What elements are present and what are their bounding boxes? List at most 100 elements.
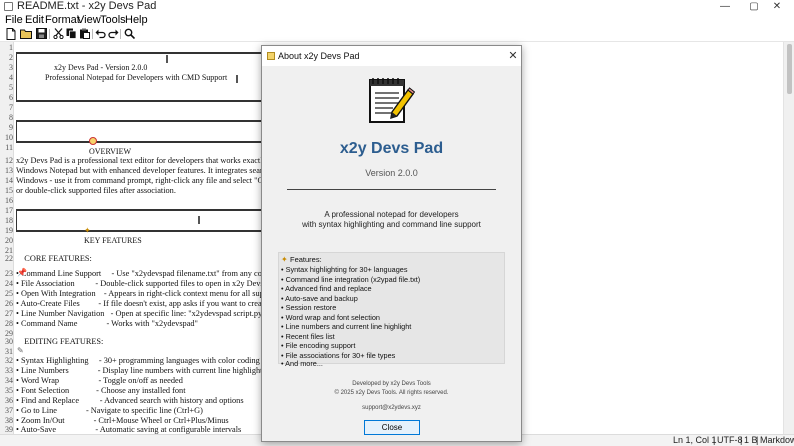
editor-line: • Open With Integration - Appears in rig… xyxy=(16,289,302,298)
menu-file[interactable]: File xyxy=(5,13,23,27)
overview-frame xyxy=(16,120,264,143)
editor-line: • File Association - Double-click suppor… xyxy=(16,279,279,288)
line-number: 35 xyxy=(5,386,13,395)
editor-line: • Auto-Save - Automatic saving at config… xyxy=(16,425,242,434)
line-number: 6 xyxy=(9,93,13,102)
editor-line: x2y Devs Pad is a professional text edit… xyxy=(16,156,282,165)
close-button[interactable]: ✕ xyxy=(760,0,794,13)
app-icon xyxy=(4,2,13,11)
line-number: 26 xyxy=(5,299,13,308)
line-number: 2 xyxy=(9,53,13,62)
overview-icon xyxy=(89,137,97,145)
menu-format[interactable]: Format xyxy=(45,13,80,27)
support-email[interactable]: support@x2ydevs.xyz xyxy=(262,404,521,413)
line-number: 17 xyxy=(5,206,13,215)
language-mode[interactable]: Markdown xyxy=(760,435,794,446)
dialog-icon xyxy=(267,52,275,60)
line-number: 24 xyxy=(5,279,13,288)
line-number: 39 xyxy=(5,425,13,434)
line-number: 18 xyxy=(5,216,13,225)
frame-bar xyxy=(198,216,200,224)
feature-item: • Word wrap and font selection xyxy=(281,312,380,322)
overview-heading: OVERVIEW xyxy=(89,147,132,156)
pin-icon: 📌 xyxy=(17,268,27,277)
line-number: 14 xyxy=(5,176,13,185)
scrollbar-thumb[interactable] xyxy=(787,44,792,94)
line-number: 8 xyxy=(9,113,13,122)
line-number: 1 xyxy=(9,43,13,52)
developer-credit: Developed by x2y Devs Tools xyxy=(352,381,431,387)
line-number: 19 xyxy=(5,226,13,235)
feature-item: • File encoding support xyxy=(281,341,356,350)
open-file-icon[interactable] xyxy=(20,28,32,40)
editor-line: Windows - use it from command prompt, ri… xyxy=(16,176,298,185)
line-number: 3 xyxy=(9,63,13,72)
paste-icon[interactable] xyxy=(78,28,90,40)
redo-icon[interactable] xyxy=(107,28,119,40)
header-subtitle: Professional Notepad for Developers with… xyxy=(45,73,228,82)
features-header: Features: xyxy=(290,255,322,264)
key-features-heading: KEY FEATURES xyxy=(84,236,142,245)
line-number: 13 xyxy=(5,166,13,175)
copyright: © 2025 x2y Devs Tools. All rights reserv… xyxy=(334,390,449,396)
encoding[interactable]: UTF-8 xyxy=(717,435,743,446)
find-icon[interactable] xyxy=(123,28,135,40)
cut-icon[interactable] xyxy=(52,28,64,40)
toolbar-separator xyxy=(92,29,93,39)
line-number: 15 xyxy=(5,186,13,195)
description-line: with syntax highlighting and command lin… xyxy=(302,220,481,229)
description-line: A professional notepad for developers xyxy=(324,210,459,219)
line-number: 16 xyxy=(5,196,13,205)
frame-bar xyxy=(236,75,238,83)
line-number: 33 xyxy=(5,366,13,375)
editor-line: • Auto-Create Files - If file doesn't ex… xyxy=(16,299,275,308)
menu-view[interactable]: View xyxy=(77,13,101,27)
app-version: Version 2.0.0 xyxy=(365,168,418,178)
new-file-icon[interactable] xyxy=(5,28,17,40)
line-number: 7 xyxy=(9,103,13,112)
line-number: 5 xyxy=(9,83,13,92)
dialog-close-icon[interactable]: ✕ xyxy=(505,46,521,66)
copy-icon[interactable] xyxy=(65,28,77,40)
feature-item: • Line numbers and current line highligh… xyxy=(281,322,412,331)
menu-bar: File Edit Format View Tools Help xyxy=(0,13,794,27)
line-number: 28 xyxy=(5,319,13,328)
menu-tools[interactable]: Tools xyxy=(100,13,126,27)
feature-item: • Session restore xyxy=(281,303,337,312)
feature-item: • Auto-save and backup xyxy=(281,293,358,303)
editor-line: • Find and Replace - Advanced search wit… xyxy=(16,396,244,405)
feature-item: • Recent files list xyxy=(281,331,335,341)
title-bar: README.txt - x2y Devs Pad — ▢ ✕ xyxy=(0,0,794,13)
toolbar-separator xyxy=(120,29,121,39)
dialog-title-bar: About x2y Devs Pad ✕ xyxy=(262,46,521,66)
line-number: 34 xyxy=(5,376,13,385)
header-title: x2y Devs Pad - Version 2.0.0 xyxy=(54,63,148,72)
frame-bar xyxy=(166,55,168,63)
about-dialog: About x2y Devs Pad ✕ x2y Devs Pad Versio… xyxy=(261,45,522,442)
pencil-icon: ✎ xyxy=(17,346,24,355)
line-number: 22 xyxy=(5,254,13,263)
line-number: 11 xyxy=(5,143,13,152)
window-title: README.txt - x2y Devs Pad xyxy=(17,0,157,12)
menu-help[interactable]: Help xyxy=(125,13,148,27)
save-icon[interactable] xyxy=(35,28,47,40)
line-number: 36 xyxy=(5,396,13,405)
editor-line: • Font Selection - Choose any installed … xyxy=(16,386,186,395)
editor-line: • Word Wrap - Toggle on/off as needed xyxy=(16,376,183,385)
toolbar-separator xyxy=(49,29,50,39)
undo-icon[interactable] xyxy=(94,28,106,40)
vertical-scrollbar[interactable] xyxy=(783,42,794,434)
cursor-position: Ln 1, Col 1 xyxy=(673,435,717,445)
line-number: 30 xyxy=(5,337,13,346)
line-number: 4 xyxy=(9,73,13,82)
line-number: 9 xyxy=(9,123,13,132)
line-number: 37 xyxy=(5,406,13,415)
editor-line: • Command Name - Works with "x2ydevspad" xyxy=(16,319,198,328)
dialog-title: About x2y Devs Pad xyxy=(278,51,360,61)
notepad-logo-icon xyxy=(367,76,416,126)
editor-line: • Syntax Highlighting - 30+ programming … xyxy=(16,356,260,365)
menu-edit[interactable]: Edit xyxy=(25,13,44,27)
toolbar xyxy=(0,27,794,42)
close-dialog-button[interactable]: Close xyxy=(364,420,420,435)
feature-item: • And more... xyxy=(281,359,323,368)
